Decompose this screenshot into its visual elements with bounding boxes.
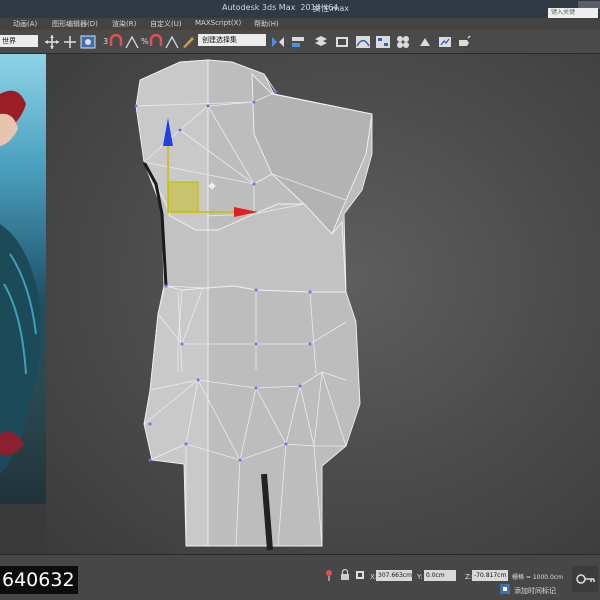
- edit-named-selection-icon[interactable]: [180, 34, 196, 50]
- layer-manager-icon[interactable]: [313, 34, 329, 50]
- menu-bar: 动画(A) 图形编辑器(D) 渲染(R) 自定义(U) MAXScript(X)…: [0, 18, 600, 30]
- file-name: 女性.max: [313, 4, 349, 13]
- angle-snap-icon[interactable]: [124, 34, 140, 50]
- rendered-frame-window-icon[interactable]: [437, 34, 453, 50]
- viewport-left-strip: [0, 504, 46, 554]
- character-artwork: [0, 90, 41, 474]
- named-selection-set-dropdown[interactable]: 创建选择集: [198, 34, 266, 46]
- menu-maxscript[interactable]: MAXScript(X): [195, 19, 241, 27]
- menu-customize[interactable]: 自定义(U): [150, 19, 182, 29]
- render-setup-icon[interactable]: [417, 34, 433, 50]
- reference-image: [0, 54, 46, 504]
- mirror-icon[interactable]: [270, 34, 286, 50]
- schematic-view-icon[interactable]: [375, 34, 391, 50]
- camera-view-icon[interactable]: [80, 34, 96, 50]
- graphite-tools-icon[interactable]: [334, 34, 350, 50]
- magnet-icon[interactable]: [108, 34, 124, 50]
- frame-number-overlay: 640632: [0, 566, 78, 594]
- add-time-tag-button[interactable]: 添加时间标记: [514, 586, 556, 596]
- percent-snap-icon[interactable]: [148, 34, 164, 50]
- menu-help[interactable]: 帮助(H): [254, 19, 279, 29]
- menu-animation[interactable]: 动画(A): [13, 19, 37, 29]
- title-bar: Autodesk 3ds Max 2014 x64 女性.max 键入关键: [0, 0, 600, 18]
- z-coordinate-field[interactable]: -70.817cm: [472, 570, 508, 581]
- move-icon[interactable]: [62, 34, 78, 50]
- key-icon: [576, 574, 595, 584]
- x-coordinate-field[interactable]: 307.663cm: [376, 570, 412, 581]
- menu-graph-editors[interactable]: 图形编辑器(D): [52, 19, 98, 29]
- align-icon[interactable]: [290, 34, 306, 50]
- perspective-viewport[interactable]: [46, 54, 600, 554]
- menu-rendering[interactable]: 渲染(R): [112, 19, 136, 29]
- y-label: Y:: [417, 573, 423, 581]
- time-tag-icon[interactable]: [500, 584, 510, 594]
- spinner-snap-icon[interactable]: [164, 34, 180, 50]
- material-editor-icon[interactable]: [395, 34, 411, 50]
- y-coordinate-field[interactable]: 0.0cm: [424, 570, 456, 581]
- select-move-icon[interactable]: [44, 34, 60, 50]
- main-toolbar: 世界 3 % 创建选择集: [0, 30, 600, 54]
- render-production-icon[interactable]: [456, 34, 472, 50]
- mannequin-mesh[interactable]: [46, 54, 600, 554]
- set-key-button[interactable]: [572, 566, 598, 592]
- lock-icon[interactable]: [340, 569, 350, 581]
- grid-spacing-readout: 栅格 = 1000.0cm: [512, 574, 563, 581]
- curve-editor-icon[interactable]: [355, 34, 371, 50]
- status-bar: [0, 554, 600, 600]
- reference-coordinate-select[interactable]: 世界: [0, 35, 38, 47]
- key-pin-icon[interactable]: [324, 569, 334, 581]
- search-input[interactable]: 键入关键: [548, 8, 598, 18]
- absolute-mode-icon[interactable]: [355, 569, 365, 581]
